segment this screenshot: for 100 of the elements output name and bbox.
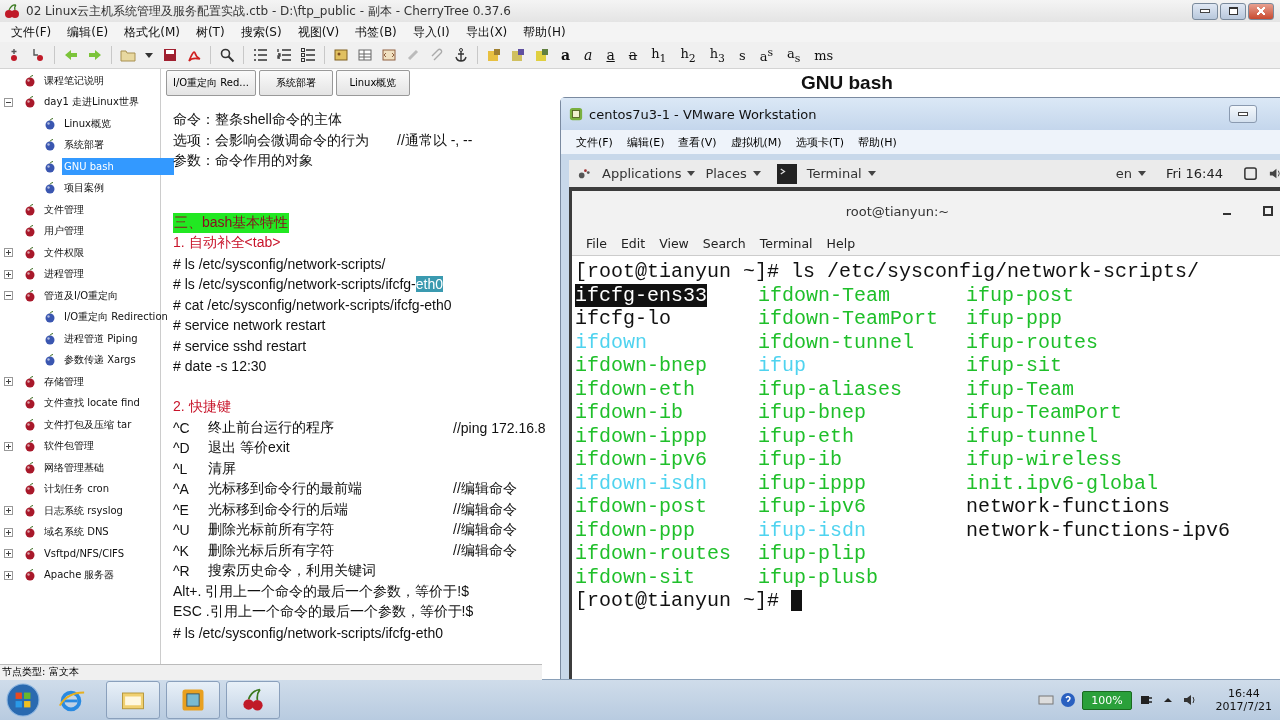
- format-button[interactable]: s: [735, 47, 749, 63]
- image-icon[interactable]: [333, 47, 349, 63]
- close-button[interactable]: [1248, 2, 1274, 20]
- window-icon[interactable]: [1243, 166, 1258, 181]
- input-method-menu[interactable]: en: [1115, 166, 1146, 181]
- tree-item[interactable]: 软件包管理: [42, 436, 96, 457]
- file-name: ifup-sit: [966, 354, 1062, 378]
- format-button[interactable]: a: [581, 47, 596, 63]
- menu-item[interactable]: 编辑(E): [621, 134, 670, 150]
- expander-toggle[interactable]: [3, 527, 13, 537]
- taskbar-app[interactable]: [226, 681, 280, 719]
- menu-item[interactable]: 书签(B): [348, 23, 404, 41]
- places-menu[interactable]: Places: [705, 166, 761, 181]
- menu-item[interactable]: 编辑(E): [60, 23, 116, 41]
- menu-item[interactable]: 文件(F): [4, 23, 59, 41]
- tree-item[interactable]: Linux概览: [62, 113, 113, 134]
- expander-toggle[interactable]: [3, 549, 13, 559]
- minimize-button[interactable]: [1192, 2, 1218, 20]
- restore-button[interactable]: [1220, 2, 1246, 20]
- tree-item[interactable]: 文件权限: [42, 242, 86, 263]
- terminal-app-menu[interactable]: Terminal: [806, 166, 876, 181]
- format-button[interactable]: h$_{1}$: [648, 45, 670, 65]
- minimize-button[interactable]: [1229, 105, 1257, 123]
- node-tab[interactable]: I/O重定向 Red...: [166, 69, 256, 96]
- tree-item[interactable]: I/O重定向 Redirection: [62, 307, 170, 328]
- file-name: ifdown-ipv6: [575, 448, 708, 472]
- menu-item[interactable]: 树(T): [188, 23, 232, 41]
- format-button[interactable]: a: [625, 47, 641, 63]
- menu-item[interactable]: Terminal: [753, 235, 819, 251]
- expander-toggle[interactable]: [3, 506, 13, 516]
- format-button[interactable]: ms: [811, 47, 837, 63]
- format-button[interactable]: h$_{3}$: [706, 45, 728, 65]
- node-tab[interactable]: Linux概览: [335, 69, 410, 96]
- format-button[interactable]: h$_{2}$: [677, 45, 699, 65]
- expander-toggle[interactable]: [3, 570, 13, 580]
- tree-item[interactable]: 文件查找 locate find: [42, 393, 142, 414]
- menu-item[interactable]: 格式化(M): [117, 23, 187, 41]
- tree-item[interactable]: 网络管理基础: [42, 457, 106, 478]
- tree-item[interactable]: 项目案例: [62, 178, 106, 199]
- menu-item[interactable]: Search: [696, 235, 752, 251]
- taskbar-app[interactable]: [166, 681, 220, 719]
- menu-item[interactable]: 导出(X): [458, 23, 515, 41]
- expander-toggle[interactable]: [3, 441, 13, 451]
- search-icon[interactable]: [219, 47, 235, 63]
- anchor-icon[interactable]: [453, 47, 469, 63]
- codebox-icon[interactable]: [381, 47, 397, 63]
- table-icon[interactable]: [357, 47, 373, 63]
- applications-menu[interactable]: Applications: [602, 166, 696, 181]
- cherry-icon: [24, 504, 36, 517]
- node-tab[interactable]: 系统部署: [258, 69, 333, 96]
- checklist-icon[interactable]: [300, 47, 316, 63]
- menu-item[interactable]: View: [653, 235, 695, 251]
- menu-item[interactable]: 文件(F): [571, 134, 618, 150]
- expander-toggle[interactable]: [3, 291, 13, 301]
- menu-item[interactable]: File: [580, 235, 613, 251]
- start-button[interactable]: [6, 683, 40, 717]
- tree-item[interactable]: 存储管理: [42, 371, 86, 392]
- paperclip-icon[interactable]: [429, 47, 445, 63]
- tree-item[interactable]: 课程笔记说明: [42, 70, 106, 91]
- menu-item[interactable]: Edit: [614, 235, 652, 251]
- tree-item[interactable]: Vsftpd/NFS/CIFS: [42, 545, 126, 563]
- help-icon[interactable]: [1060, 692, 1077, 708]
- menu-item[interactable]: 选项卡(T): [790, 134, 849, 150]
- tree-item[interactable]: Apache 服务器: [42, 565, 117, 586]
- menu-item[interactable]: 导入(I): [405, 23, 457, 41]
- speaker-icon[interactable]: [1181, 692, 1198, 708]
- expander-toggle[interactable]: [3, 97, 13, 107]
- expander-toggle[interactable]: [3, 269, 13, 279]
- numbered-list-icon[interactable]: [276, 47, 292, 63]
- menu-item[interactable]: 搜索(S): [233, 23, 289, 41]
- format-button[interactable]: a$^{s}$: [756, 45, 776, 65]
- tree-item[interactable]: 用户管理: [42, 221, 86, 242]
- menu-item[interactable]: Help: [820, 235, 862, 251]
- save-icon[interactable]: [162, 47, 178, 63]
- tree-item[interactable]: 日志系统 rsyslog: [42, 500, 125, 521]
- tree-item[interactable]: day1 走进Linux世界: [42, 92, 141, 113]
- expander-toggle[interactable]: [3, 377, 13, 387]
- tree-item[interactable]: 文件管理: [42, 199, 86, 220]
- format-button[interactable]: a: [558, 47, 574, 63]
- maximize-button[interactable]: [1263, 206, 1273, 216]
- menu-item[interactable]: 视图(V): [290, 23, 347, 41]
- bullet-list-icon[interactable]: [252, 47, 268, 63]
- menu-item[interactable]: 查看(V): [673, 134, 722, 150]
- menu-item[interactable]: 帮助(H): [852, 134, 902, 150]
- add-subnode-icon[interactable]: [30, 47, 46, 63]
- tree-item[interactable]: 计划任务 cron: [42, 479, 112, 500]
- format-button[interactable]: a$_{s}$: [783, 45, 804, 65]
- taskbar-clock[interactable]: 16:44 2017/7/21: [1215, 687, 1272, 713]
- format-button[interactable]: a: [603, 47, 618, 63]
- menu-item[interactable]: 虚拟机(M): [725, 134, 787, 150]
- tree-item[interactable]: 管道及I/O重定向: [42, 285, 121, 306]
- tree-item[interactable]: 进程管道 Piping: [62, 328, 140, 349]
- tree-item[interactable]: 文件打包及压缩 tar: [42, 414, 134, 435]
- tree-item[interactable]: 参数传递 Xargs: [62, 350, 138, 371]
- tree-item[interactable]: 系统部署: [62, 135, 106, 156]
- tree-item[interactable]: 进程管理: [42, 264, 86, 285]
- tree-item[interactable]: 域名系统 DNS: [42, 522, 111, 543]
- file-name: ifdown-isdn: [575, 471, 708, 495]
- menu-item[interactable]: 帮助(H): [516, 23, 573, 41]
- expander-toggle[interactable]: [3, 248, 13, 258]
